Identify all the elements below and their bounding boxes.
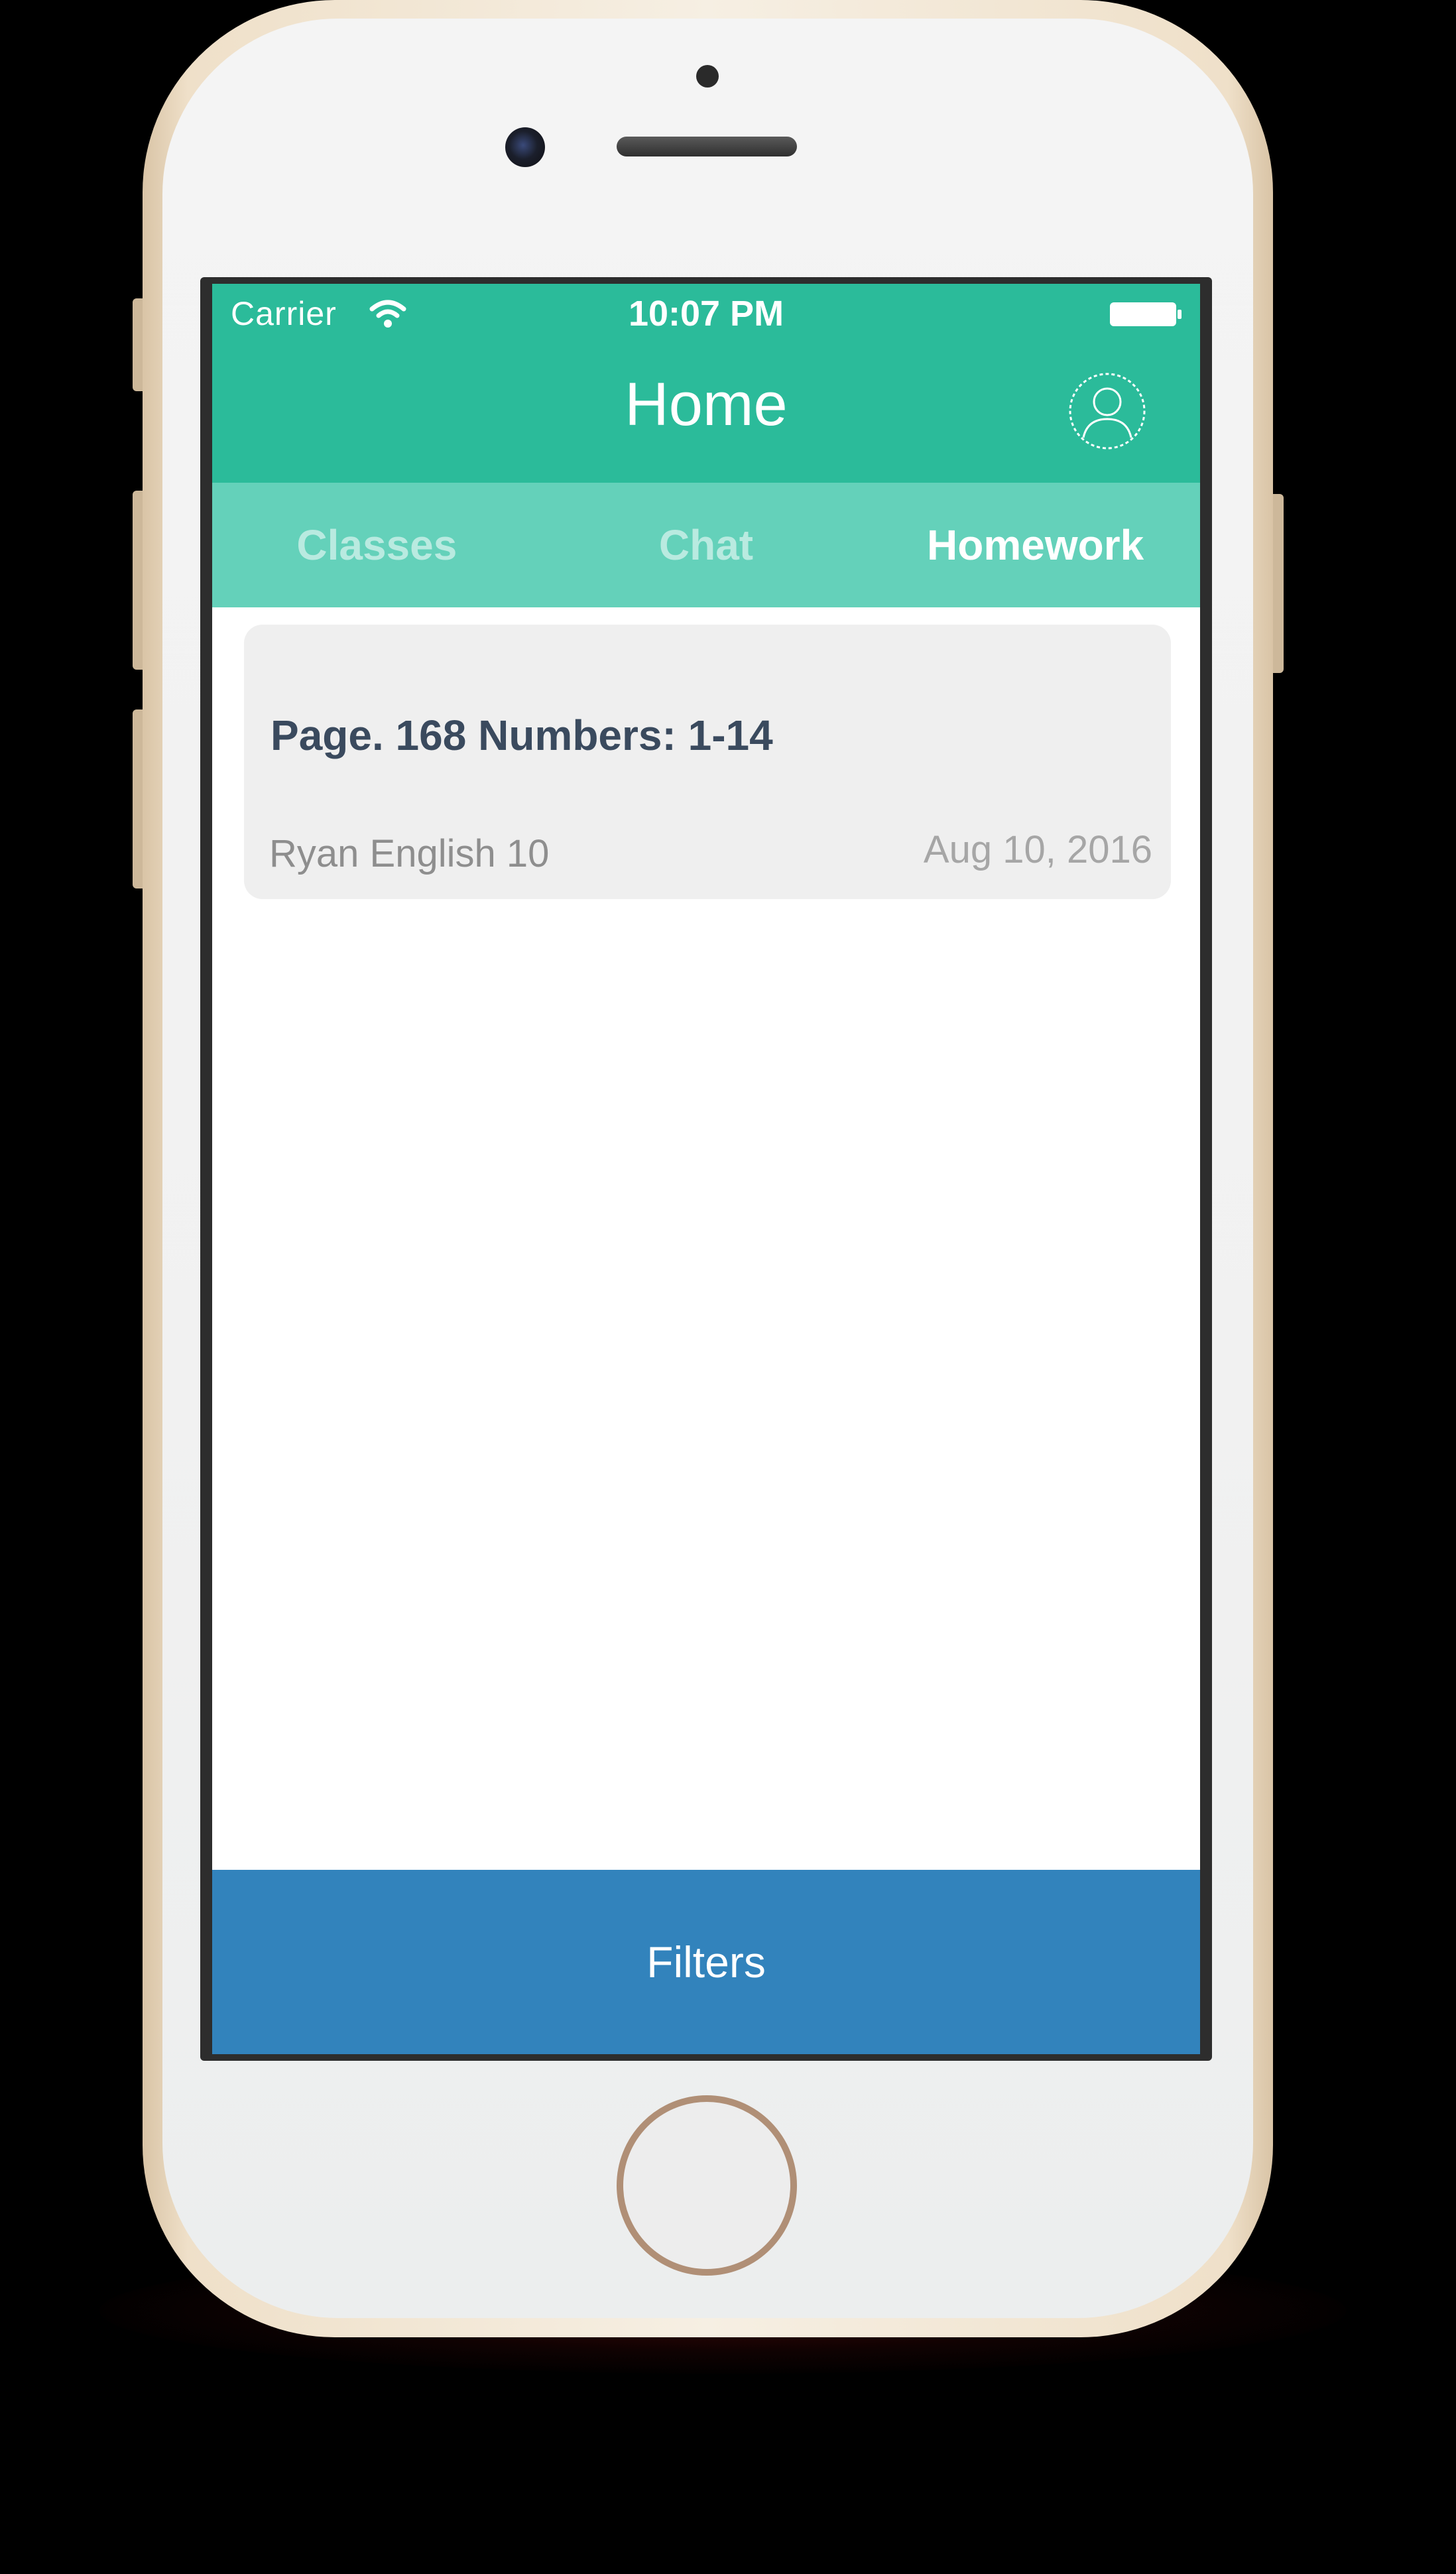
device-mockup: Carrier 10:07 PM Home Classes Chat Homew… bbox=[0, 0, 1456, 2574]
homework-date: Aug 10, 2016 bbox=[923, 828, 1152, 871]
filters-button[interactable]: Filters bbox=[212, 1870, 1200, 2054]
battery-icon bbox=[1110, 302, 1182, 326]
tab-homework[interactable]: Homework bbox=[871, 483, 1200, 607]
profile-icon[interactable] bbox=[1067, 371, 1147, 451]
homework-class: Ryan English 10 bbox=[269, 832, 550, 875]
homework-title: Page. 168 Numbers: 1-14 bbox=[271, 711, 773, 759]
nav-header: Carrier 10:07 PM Home bbox=[212, 284, 1200, 483]
tab-classes[interactable]: Classes bbox=[212, 483, 542, 607]
front-camera bbox=[505, 127, 545, 167]
tab-bar: Classes Chat Homework bbox=[212, 483, 1200, 607]
home-button[interactable] bbox=[617, 2095, 797, 2276]
status-bar: Carrier 10:07 PM bbox=[212, 284, 1200, 343]
status-time: 10:07 PM bbox=[628, 294, 784, 334]
app-screen: Carrier 10:07 PM Home Classes Chat Homew… bbox=[212, 284, 1200, 2054]
page-title: Home bbox=[625, 371, 788, 438]
tab-chat[interactable]: Chat bbox=[542, 483, 871, 607]
proximity-sensor bbox=[696, 65, 719, 88]
power-button bbox=[1272, 494, 1284, 673]
homework-card[interactable]: Page. 168 Numbers: 1-14 Ryan English 10 … bbox=[244, 625, 1171, 899]
earpiece-speaker bbox=[617, 137, 797, 156]
